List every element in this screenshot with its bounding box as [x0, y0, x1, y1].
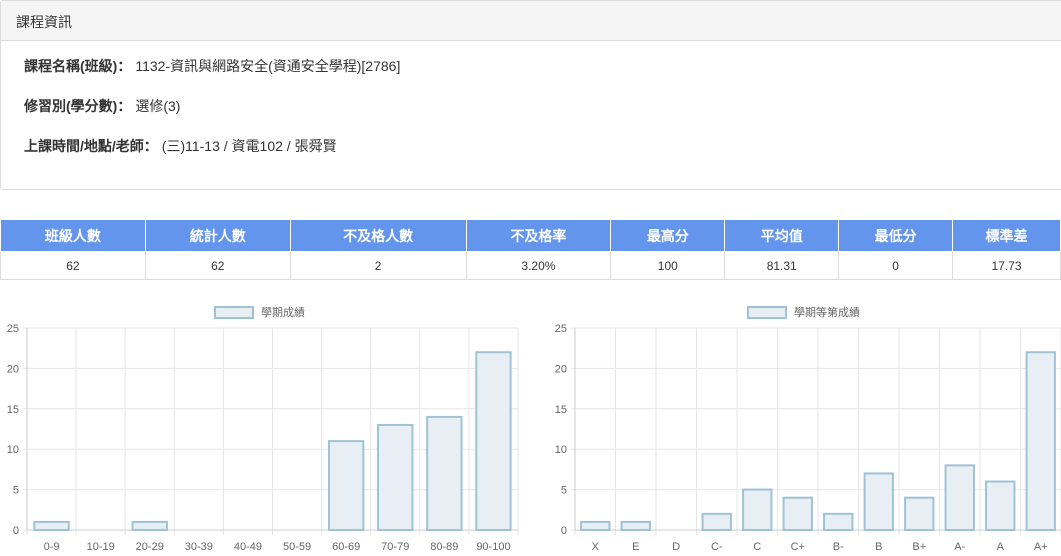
- x-tick-label: E: [632, 541, 639, 553]
- course-info-panel: 課程資訊 課程名稱(班級)： 1132-資訊與網路安全(資通安全學程)[2786]…: [0, 0, 1061, 190]
- bar[interactable]: [475, 351, 512, 531]
- panel-title: 課程資訊: [1, 1, 1061, 41]
- y-tick-label: 15: [555, 404, 567, 416]
- y-tick-label: 15: [7, 404, 19, 416]
- x-tick-label: C: [753, 541, 761, 553]
- y-tick-label: 5: [561, 485, 567, 497]
- legend-swatch: [747, 306, 787, 319]
- stats-header-mean: 平均值: [724, 219, 840, 252]
- score-histogram-svg: 學期成績 0 5 10 15 20 25 0-9 10-19 20-29 30-39 40-49 50-…: [7, 305, 519, 553]
- y-tick-label: 25: [555, 323, 567, 335]
- y-tick-label: 10: [7, 444, 19, 456]
- x-tick-label: 70-79: [381, 541, 409, 553]
- x-tick-label: 10-19: [87, 541, 115, 553]
- x-tick-label: 20-29: [136, 541, 164, 553]
- bar[interactable]: [131, 520, 168, 531]
- bar[interactable]: [904, 496, 935, 531]
- bar[interactable]: [33, 520, 70, 531]
- course-schedule-row: 上課時間/地點/老師： (三)11-13 / 資電102 / 張舜賢: [24, 136, 1038, 176]
- stats-value-class-size: 62: [0, 251, 146, 280]
- course-schedule-value: (三)11-13 / 資電102 / 張舜賢: [161, 138, 337, 154]
- x-tick-label: 30-39: [185, 541, 213, 553]
- stats-header-class-size: 班級人數: [0, 219, 146, 252]
- stats-value-fail-rate: 3.20%: [465, 251, 612, 280]
- x-tick-label: 50-59: [283, 541, 311, 553]
- y-tick-label: 20: [555, 363, 567, 375]
- stats-value-min: 0: [838, 251, 954, 280]
- stats-value-mean: 81.31: [724, 251, 840, 280]
- course-schedule-label: 上課時間/地點/老師：: [24, 138, 158, 154]
- bar[interactable]: [985, 480, 1016, 532]
- bar[interactable]: [823, 512, 854, 531]
- y-tick-label: 5: [13, 485, 19, 497]
- stats-header-failed-count: 不及格人數: [289, 219, 467, 252]
- panel-body: 課程名稱(班級)： 1132-資訊與網路安全(資通安全學程)[2786] 修習別(…: [1, 41, 1061, 191]
- bar[interactable]: [944, 464, 975, 531]
- stats-value-stddev: 17.73: [952, 251, 1061, 280]
- bar[interactable]: [426, 415, 463, 531]
- legend-label: 學期成績: [261, 305, 305, 319]
- stats-header-counted: 統計人數: [144, 219, 291, 252]
- stats-value-row: 62 62 2 3.20% 100 81.31 0 17.73: [0, 251, 1061, 280]
- y-tick-label: 0: [561, 525, 567, 537]
- grade-histogram-chart: 學期等第成績 0 5 10 15 20 25 X E D C- C C+ B- B B+ A- A A+: [547, 300, 1061, 556]
- x-tick-label: C-: [711, 541, 723, 553]
- x-tick-label: 0-9: [44, 541, 60, 553]
- score-histogram-chart: 學期成績 0 5 10 15 20 25 0-9 10-19 20-29 30-39 40-49 50-…: [0, 300, 520, 556]
- bar[interactable]: [327, 440, 365, 531]
- stats-header-min: 最低分: [838, 219, 954, 252]
- stats-value-failed-count: 2: [289, 251, 467, 280]
- x-tick-label: B+: [912, 541, 926, 553]
- stats-header-row: 班級人數 統計人數 不及格人數 不及格率 最高分 平均值 最低分 標準差: [0, 219, 1061, 252]
- bar[interactable]: [620, 520, 651, 531]
- bar[interactable]: [701, 512, 732, 531]
- bar[interactable]: [742, 488, 773, 532]
- x-tick-label: 40-49: [234, 541, 262, 553]
- legend-swatch: [214, 306, 254, 319]
- course-type-label: 修習別(學分數)：: [24, 98, 132, 114]
- x-tick-label: 80-89: [430, 541, 458, 553]
- x-tick-label: 90-100: [476, 541, 510, 553]
- x-tick-label: B: [875, 541, 882, 553]
- course-name-label: 課程名稱(班級)：: [24, 58, 132, 74]
- x-tick-label: C+: [791, 541, 805, 553]
- stats-header-fail-rate: 不及格率: [465, 219, 612, 252]
- y-tick-label: 20: [7, 363, 19, 375]
- course-name-value: 1132-資訊與網路安全(資通安全學程)[2786]: [135, 58, 401, 74]
- x-tick-label: D: [672, 541, 680, 553]
- bar[interactable]: [377, 423, 414, 531]
- y-tick-label: 10: [555, 444, 567, 456]
- y-tick-label: 25: [7, 323, 19, 335]
- course-type-value: 選修(3): [135, 98, 181, 114]
- course-name-row: 課程名稱(班級)： 1132-資訊與網路安全(資通安全學程)[2786]: [24, 56, 1038, 96]
- legend-label: 學期等第成績: [794, 305, 860, 319]
- stats-table: 班級人數 統計人數 不及格人數 不及格率 最高分 平均值 最低分 標準差 62 …: [0, 219, 1061, 280]
- bar[interactable]: [1025, 351, 1056, 531]
- stats-header-max: 最高分: [610, 219, 726, 252]
- course-type-row: 修習別(學分數)： 選修(3): [24, 96, 1038, 136]
- y-tick-label: 0: [13, 525, 19, 537]
- grade-histogram-svg: 學期等第成績 0 5 10 15 20 25 X E D C- C C+ B- B B+ A- A A+: [555, 305, 1061, 553]
- x-tick-label: A: [997, 541, 1005, 553]
- stats-header-stddev: 標準差: [952, 219, 1061, 252]
- x-tick-label: A+: [1034, 541, 1048, 553]
- stats-value-counted: 62: [144, 251, 291, 280]
- bar[interactable]: [580, 520, 611, 531]
- bar[interactable]: [863, 472, 894, 532]
- x-tick-label: B-: [833, 541, 844, 553]
- x-tick-label: X: [592, 541, 600, 553]
- stats-value-max: 100: [610, 251, 726, 280]
- bar[interactable]: [782, 496, 813, 531]
- x-tick-label: A-: [954, 541, 965, 553]
- x-tick-label: 60-69: [332, 541, 360, 553]
